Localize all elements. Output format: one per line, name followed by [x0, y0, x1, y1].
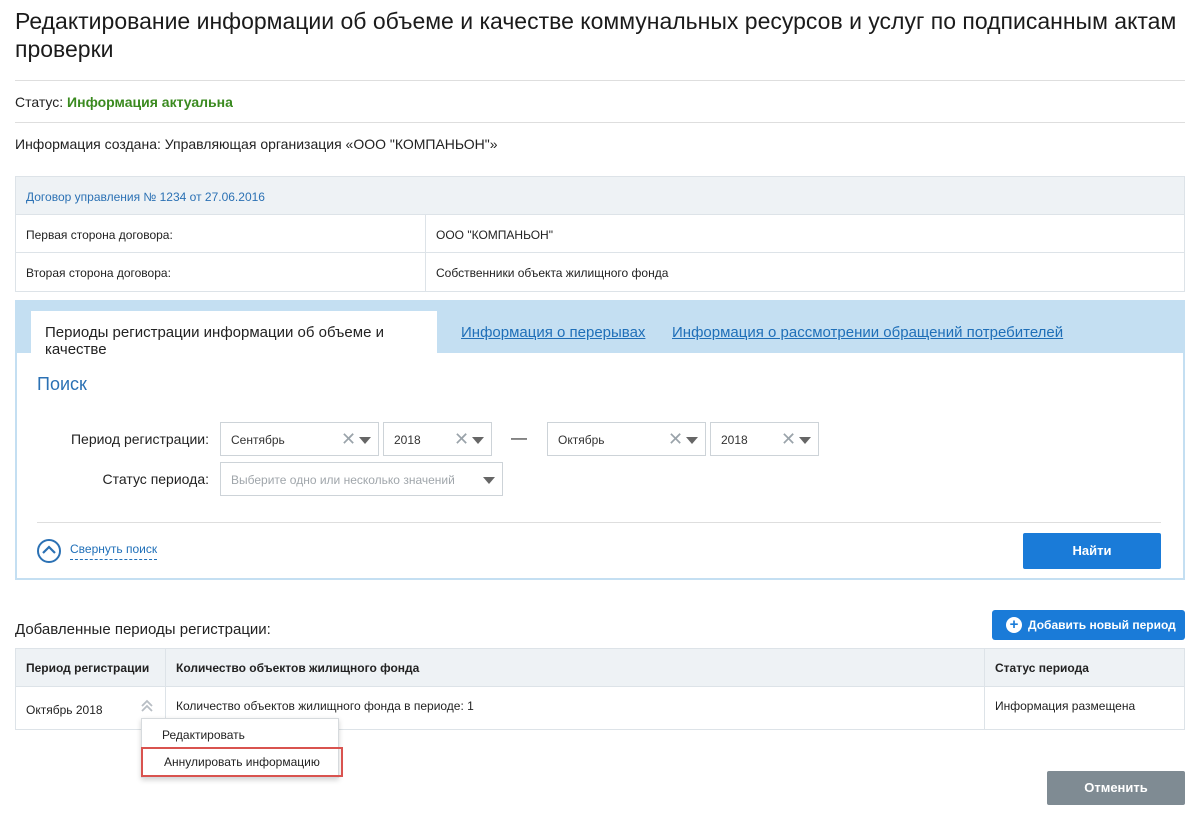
tab-interruptions[interactable]: Информация о перерывах [461, 324, 645, 341]
to-year-value: 2018 [721, 433, 748, 447]
contract-key: Первая сторона договора: [16, 215, 426, 252]
chevron-down-icon[interactable] [472, 437, 484, 444]
contract-value: ООО "КОМПАНЬОН" [436, 228, 553, 242]
collapse-search-link[interactable]: Свернуть поиск [70, 542, 158, 560]
contract-card: Договор управления № 1234 от 27.06.2016 … [15, 176, 1185, 292]
clear-icon[interactable]: ✕ [781, 430, 796, 448]
divider [15, 80, 1185, 81]
divider [15, 122, 1185, 123]
find-button[interactable]: Найти [1023, 533, 1161, 569]
page-title: Редактирование информации об объеме и ка… [15, 8, 1177, 62]
clear-icon[interactable]: ✕ [668, 430, 683, 448]
double-chevron-up-icon[interactable] [140, 699, 154, 716]
from-month-select[interactable]: Сентябрь ✕ [220, 422, 379, 456]
tabs-panel: Периоды регистрации информации об объеме… [15, 300, 1185, 580]
clear-icon[interactable]: ✕ [341, 430, 356, 448]
to-month-value: Октябрь [558, 433, 605, 447]
period-label: Период регистрации: [70, 431, 209, 447]
tab-consumer-requests[interactable]: Информация о рассмотрении обращений потр… [672, 324, 1063, 341]
to-month-select[interactable]: Октябрь ✕ [547, 422, 706, 456]
menu-item-edit[interactable]: Редактировать [162, 728, 245, 742]
status-cell: Информация размещена [995, 699, 1136, 713]
cancel-button[interactable]: Отменить [1047, 771, 1185, 805]
add-period-label: Добавить новый период [1028, 618, 1176, 632]
contract-value: Собственники объекта жилищного фонда [436, 266, 669, 280]
chevron-up-circle-icon[interactable] [37, 539, 61, 563]
contract-row: Первая сторона договора: ООО "КОМПАНЬОН" [16, 215, 1184, 253]
tab-periods[interactable]: Периоды регистрации информации об объеме… [31, 311, 437, 358]
status-line: Статус: Информация актуальна [15, 94, 233, 110]
to-year-select[interactable]: 2018 ✕ [710, 422, 819, 456]
divider [37, 522, 1161, 523]
range-separator: — [511, 430, 527, 447]
status-period-select[interactable]: Выберите одно или несколько значений [220, 462, 503, 496]
from-year-value: 2018 [394, 433, 421, 447]
column-header: Статус периода [995, 661, 1089, 675]
column-header: Количество объектов жилищного фонда [166, 649, 985, 686]
contract-header: Договор управления № 1234 от 27.06.2016 [16, 177, 1184, 215]
search-title: Поиск [37, 374, 87, 394]
chevron-down-icon[interactable] [686, 437, 698, 444]
column-header: Период регистрации [16, 649, 166, 686]
chevron-down-icon[interactable] [483, 477, 495, 484]
status-period-label: Статус периода: [102, 471, 209, 487]
clear-icon[interactable]: ✕ [454, 430, 469, 448]
period-value: Октябрь 2018 [26, 703, 103, 717]
add-period-button[interactable]: + Добавить новый период [992, 610, 1185, 640]
chevron-down-icon[interactable] [799, 437, 811, 444]
contract-key: Вторая сторона договора: [16, 253, 426, 291]
status-badge: Информация актуальна [67, 94, 233, 110]
contract-row: Вторая сторона договора: Собственники об… [16, 253, 1184, 291]
chevron-down-icon[interactable] [359, 437, 371, 444]
from-month-value: Сентябрь [231, 433, 285, 447]
tabs-bar: Периоды регистрации информации об объеме… [17, 302, 1183, 358]
status-period-placeholder: Выберите одно или несколько значений [231, 473, 455, 487]
table-header: Период регистрации Количество объектов ж… [16, 649, 1184, 687]
status-label: Статус: [15, 94, 64, 110]
from-year-select[interactable]: 2018 ✕ [383, 422, 492, 456]
plus-circle-icon: + [1006, 617, 1022, 633]
highlight-frame [141, 747, 343, 777]
created-info: Информация создана: Управляющая организа… [15, 136, 498, 152]
periods-title: Добавленные периоды регистрации: [15, 621, 271, 638]
